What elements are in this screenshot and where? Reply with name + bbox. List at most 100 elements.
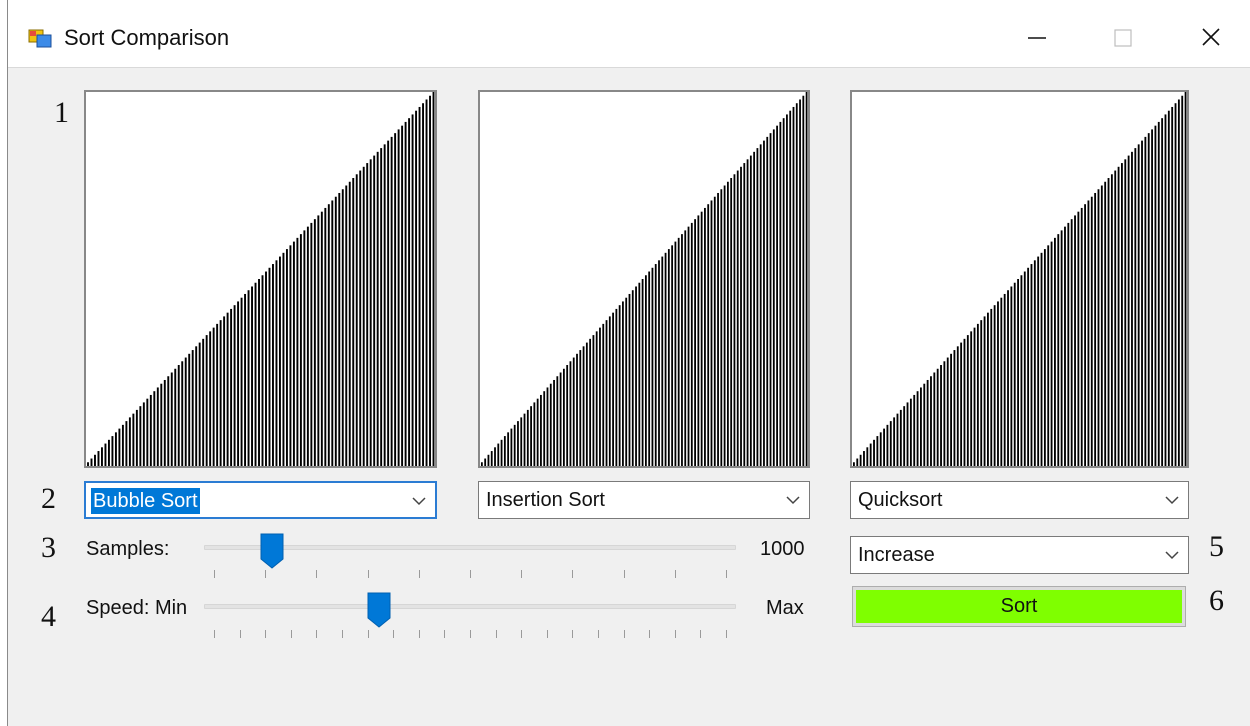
sort-bar [1040, 252, 1043, 466]
sort-bar [507, 432, 510, 466]
chevron-down-icon[interactable] [411, 495, 427, 507]
slider-tick [496, 630, 497, 638]
order-select[interactable]: Increase [850, 536, 1189, 574]
annotation-1: 1 [54, 96, 69, 129]
sort-bar [697, 215, 700, 466]
sort-bar [779, 121, 782, 466]
sort-bar [258, 279, 260, 466]
sort-bar [240, 297, 243, 466]
sort-button[interactable]: Sort [852, 586, 1186, 627]
sort-bar [622, 301, 624, 466]
sort-bar [1107, 178, 1110, 466]
sort-bar [432, 92, 435, 466]
slider-tick [393, 630, 394, 638]
minimize-icon[interactable] [1014, 18, 1060, 58]
sort-bar [212, 327, 215, 466]
sort-bar [90, 458, 93, 466]
sort-bar [114, 432, 117, 466]
sort-bar [926, 379, 929, 466]
sort-bar [146, 398, 149, 466]
sort-bar [366, 163, 369, 466]
algorithm-select-1[interactable]: Bubble Sort [84, 481, 437, 519]
sort-bar [233, 305, 236, 466]
sort-bar [425, 99, 428, 466]
chevron-down-icon[interactable] [1164, 494, 1180, 506]
sort-bar [786, 114, 788, 466]
title-bar[interactable]: Sort Comparison [8, 0, 1250, 68]
speed-slider-track[interactable] [204, 604, 736, 609]
sort-bar [963, 338, 966, 466]
sort-bar [1094, 192, 1097, 466]
sort-bar [763, 140, 765, 466]
sort-bar [876, 436, 879, 466]
slider-tick [700, 630, 701, 638]
sort-bar [681, 234, 683, 466]
sort-bar [285, 249, 288, 466]
slider-tick [521, 630, 522, 638]
sort-bar [341, 189, 344, 466]
sort-bar [863, 451, 865, 466]
slider-tick [265, 630, 266, 638]
sort-bar [1144, 136, 1147, 466]
sort-bar [289, 245, 292, 466]
sort-bar [713, 196, 716, 466]
sort-bar [1151, 129, 1153, 466]
sort-bar [317, 215, 320, 466]
slider-tick [598, 630, 599, 638]
sort-bar [523, 413, 526, 466]
algorithm-select-1-value: Bubble Sort [91, 488, 200, 514]
sort-bar [1077, 211, 1080, 466]
maximize-icon[interactable] [1100, 18, 1146, 58]
sort-bar [177, 365, 180, 466]
sort-bar [886, 424, 889, 466]
close-icon[interactable] [1188, 18, 1234, 58]
sort-bar [251, 286, 253, 466]
sort-bar [896, 413, 899, 466]
chevron-down-icon[interactable] [785, 494, 801, 506]
algorithm-select-3[interactable]: Quicksort [850, 481, 1189, 519]
sort-bar [331, 200, 334, 466]
sort-bar [355, 174, 358, 466]
annotation-5: 5 [1209, 530, 1224, 563]
bubble-sort-panel [84, 90, 437, 468]
slider-tick [624, 630, 625, 638]
sort-bar [500, 439, 503, 466]
sort-bar [408, 118, 411, 466]
sort-bar [125, 421, 128, 466]
sort-bar [595, 331, 598, 466]
sort-bar [1161, 118, 1164, 466]
sort-bar [553, 379, 555, 466]
sort-bar [1100, 185, 1103, 466]
speed-slider-thumb[interactable] [367, 592, 391, 628]
sort-bar [1177, 99, 1180, 466]
chevron-down-icon[interactable] [1164, 549, 1180, 561]
sort-bar [677, 237, 680, 466]
sort-bar [753, 151, 756, 466]
sort-bar [720, 189, 723, 466]
sort-bar [990, 308, 993, 466]
sort-bar [533, 402, 536, 466]
sort-bar [494, 447, 496, 466]
sort-bar [769, 133, 772, 466]
sort-bar [104, 443, 107, 466]
sort-bar [997, 301, 999, 466]
sort-bar [740, 166, 742, 466]
sort-bar [422, 103, 425, 466]
sort-bar [223, 316, 226, 466]
sort-bar [487, 454, 490, 466]
sort-bar [635, 286, 637, 466]
sort-bar [592, 335, 595, 466]
sort-bar [195, 346, 198, 466]
sort-bar [369, 159, 372, 466]
sort-bar [219, 320, 222, 466]
sort-bar [772, 129, 775, 466]
sort-bar [275, 260, 278, 466]
samples-slider-thumb[interactable] [260, 533, 284, 569]
algorithm-select-2[interactable]: Insertion Sort [478, 481, 810, 519]
sort-bar [1067, 222, 1070, 466]
speed-slider-ticks [214, 630, 727, 640]
sort-bar [940, 365, 942, 466]
sort-bar [1080, 207, 1083, 466]
sort-bar [950, 353, 952, 466]
sort-bar [936, 368, 939, 466]
